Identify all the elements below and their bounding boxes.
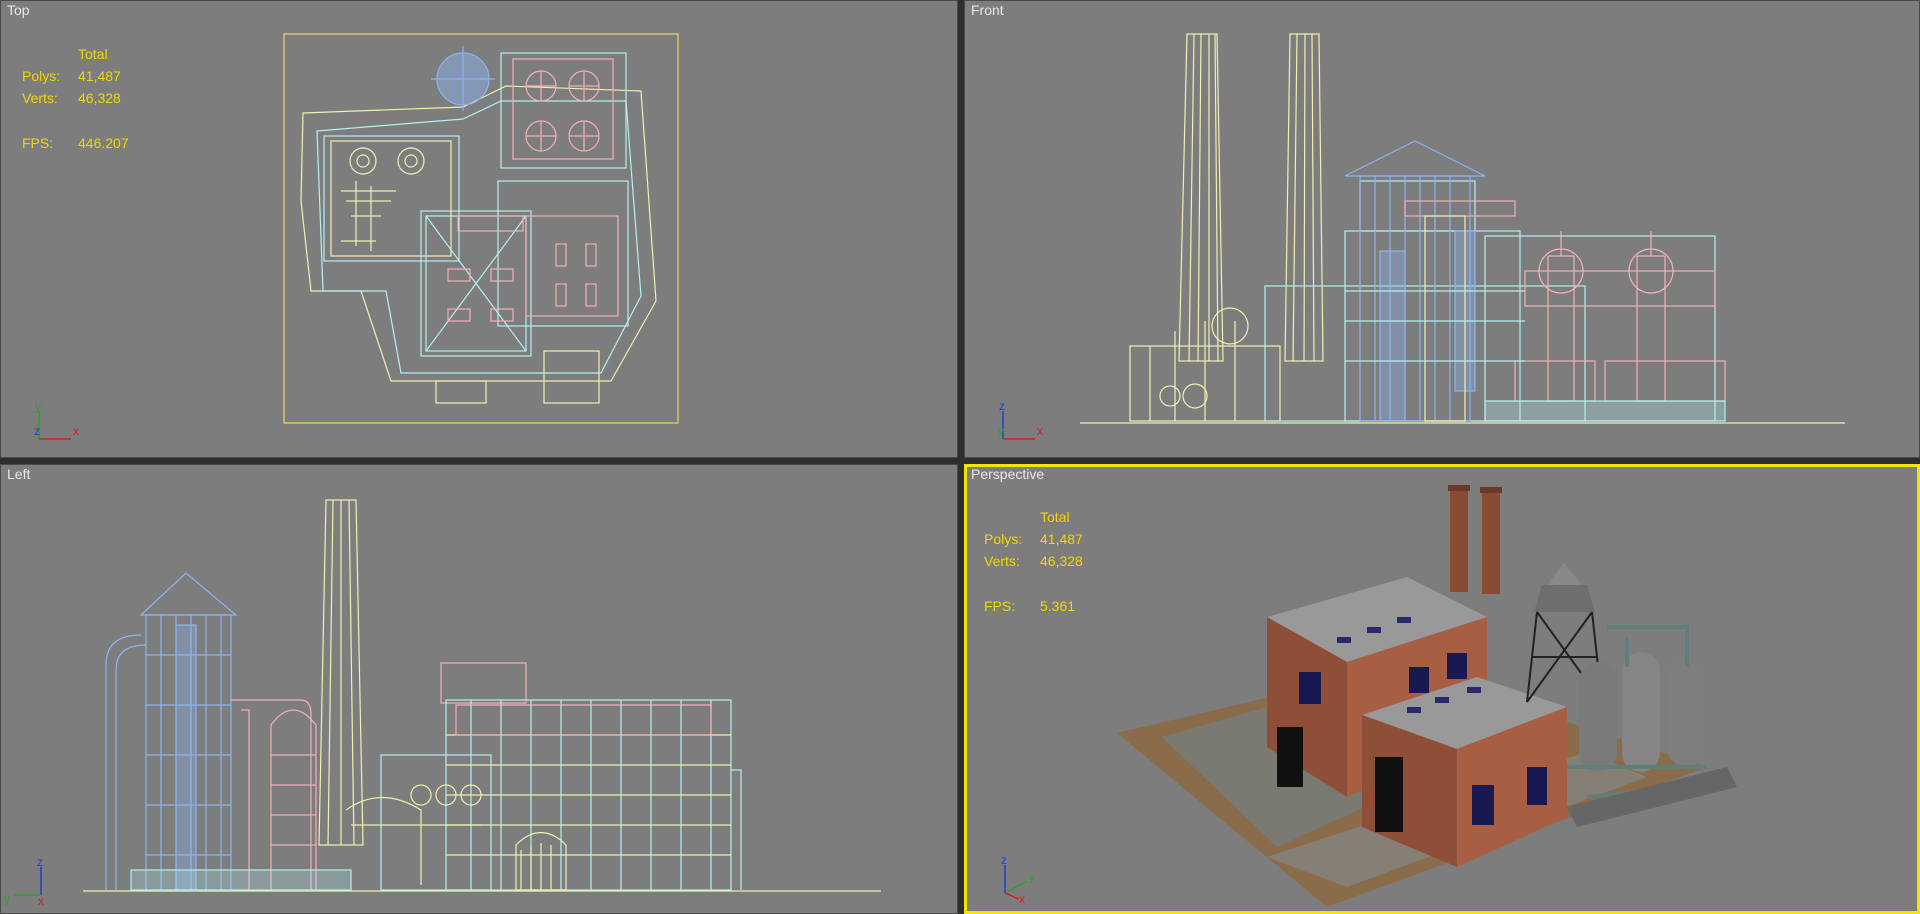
viewport-top[interactable]: Top Total Polys: 41,487 Verts: 46,328 FPS:… — [0, 0, 958, 458]
perspective-render-scene — [1117, 485, 1737, 907]
axis-gizmo-front: z y x — [998, 399, 1043, 440]
axis-label-c: x — [1037, 424, 1043, 438]
axis-label-a: y — [35, 399, 41, 413]
axis-gizmo-perspective: z y x — [1001, 853, 1035, 906]
left-wireframe-scene — [83, 499, 881, 892]
axis-label-b: y — [4, 892, 10, 906]
axis-label-c: x — [73, 424, 79, 438]
axis-label-c: x — [38, 894, 44, 908]
axis-label-c: x — [1019, 892, 1025, 906]
axis-gizmo-top: y z x — [34, 399, 79, 440]
axis-label-b: y — [998, 424, 1004, 438]
viewport-perspective[interactable]: Perspective Total Polys: 41,487 Verts: 46,… — [964, 464, 1920, 914]
axis-gizmo-left: z y x — [4, 855, 44, 908]
axis-label-a: z — [1001, 853, 1007, 867]
axis-label-b: y — [1029, 870, 1035, 884]
axis-label-b: z — [34, 424, 40, 438]
viewport-front[interactable]: Front z y x — [964, 0, 1920, 458]
viewport-left[interactable]: Left z y x — [0, 464, 958, 914]
axis-label-a: z — [37, 855, 43, 869]
top-wireframe-scene — [283, 33, 679, 424]
front-wireframe-scene — [1080, 33, 1845, 424]
axis-label-a: z — [999, 399, 1005, 413]
